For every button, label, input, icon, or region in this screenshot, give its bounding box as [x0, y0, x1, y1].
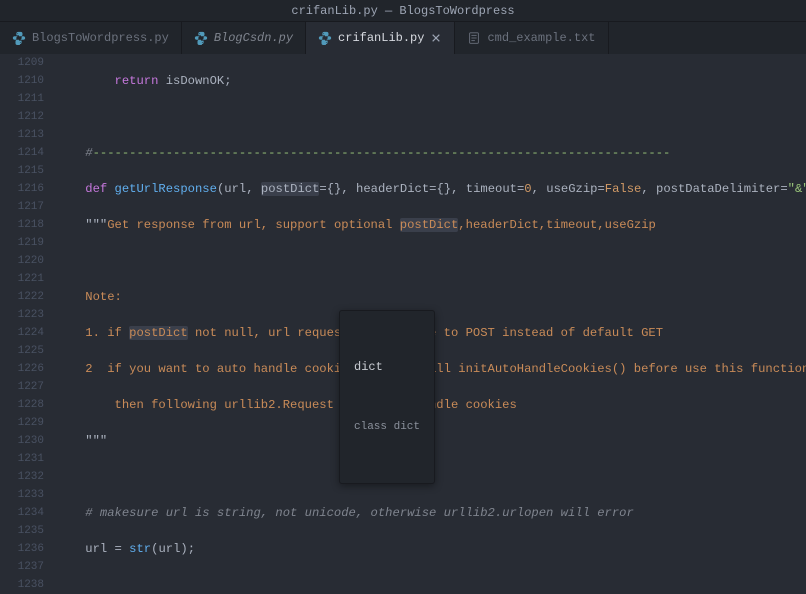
line-number: 1212 — [0, 108, 44, 126]
tab-label: crifanLib.py — [338, 31, 424, 45]
line-number: 1224 — [0, 324, 44, 342]
line-number: 1238 — [0, 576, 44, 594]
tab-label: BlogCsdn.py — [214, 31, 293, 45]
text-file-icon — [467, 31, 481, 45]
code-line: # makesure url is string, not unicode, o… — [56, 504, 806, 522]
tab-bar: BlogsToWordpress.py BlogCsdn.py crifanLi… — [0, 22, 806, 54]
line-number: 1229 — [0, 414, 44, 432]
line-number: 1221 — [0, 270, 44, 288]
code-line — [56, 108, 806, 126]
line-number: 1210 — [0, 72, 44, 90]
tab-label: BlogsToWordpress.py — [32, 31, 169, 45]
line-number: 1233 — [0, 486, 44, 504]
completion-popup[interactable]: dict class dict — [339, 310, 435, 484]
code-line: def getUrlResponse(url, postDict={}, hea… — [56, 180, 806, 198]
line-number: 1230 — [0, 432, 44, 450]
tab-crifanlib[interactable]: crifanLib.py — [306, 22, 455, 54]
code-line — [56, 252, 806, 270]
line-number: 1209 — [0, 54, 44, 72]
line-number: 1232 — [0, 468, 44, 486]
code-line: return isDownOK; — [56, 72, 806, 90]
line-number: 1234 — [0, 504, 44, 522]
line-number: 1228 — [0, 396, 44, 414]
line-number: 1237 — [0, 558, 44, 576]
python-icon — [12, 31, 26, 45]
code-line: url = str(url); — [56, 540, 806, 558]
hint-title: dict — [354, 357, 420, 377]
python-icon — [318, 31, 332, 45]
line-number: 1219 — [0, 234, 44, 252]
line-number: 1236 — [0, 540, 44, 558]
line-number: 1220 — [0, 252, 44, 270]
tab-blogstowordpress[interactable]: BlogsToWordpress.py — [0, 22, 182, 54]
line-number: 1217 — [0, 198, 44, 216]
line-number: 1213 — [0, 126, 44, 144]
code-line: #---------------------------------------… — [56, 144, 806, 162]
line-number: 1223 — [0, 306, 44, 324]
editor-area[interactable]: 1209 1210 1211 1212 1213 1214 1215 1216 … — [0, 54, 806, 581]
close-icon[interactable] — [430, 32, 442, 44]
line-number: 1218 — [0, 216, 44, 234]
hint-subtitle: class dict — [354, 417, 420, 437]
window-title: crifanLib.py — BlogsToWordpress — [291, 4, 514, 18]
code-line — [56, 576, 806, 581]
line-number: 1214 — [0, 144, 44, 162]
line-number: 1225 — [0, 342, 44, 360]
python-icon — [194, 31, 208, 45]
tab-cmd-example[interactable]: cmd_example.txt — [455, 22, 608, 54]
line-number-gutter: 1209 1210 1211 1212 1213 1214 1215 1216 … — [0, 54, 56, 581]
window-titlebar: crifanLib.py — BlogsToWordpress — [0, 0, 806, 22]
tab-label: cmd_example.txt — [487, 31, 595, 45]
line-number: 1226 — [0, 360, 44, 378]
line-number: 1211 — [0, 90, 44, 108]
line-number: 1235 — [0, 522, 44, 540]
line-number: 1231 — [0, 450, 44, 468]
line-number: 1216 — [0, 180, 44, 198]
line-number: 1222 — [0, 288, 44, 306]
line-number: 1227 — [0, 378, 44, 396]
code-line: Note: — [56, 288, 806, 306]
code-content[interactable]: return isDownOK; #----------------------… — [56, 54, 806, 581]
line-number: 1215 — [0, 162, 44, 180]
code-line: """Get response from url, support option… — [56, 216, 806, 234]
tab-blogcsdn[interactable]: BlogCsdn.py — [182, 22, 306, 54]
